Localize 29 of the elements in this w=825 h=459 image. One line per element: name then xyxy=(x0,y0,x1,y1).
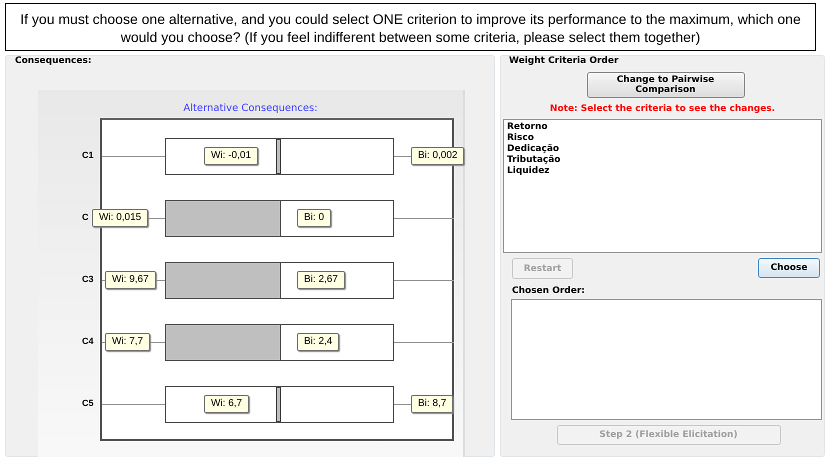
value-callout: Wi: 7,7 xyxy=(105,333,150,351)
value-callout: Bi: 8,7 xyxy=(411,395,454,413)
question-text: If you must choose one alternative, and you could select ONE criterion to improve its performance to the maximum, which one would you choose? (If you feel indifferent between some criteria, please select them together) xyxy=(19,10,802,46)
chart-title: Alternative Consequences: xyxy=(183,103,318,114)
axis-label: C1 xyxy=(82,150,94,160)
value-callout: Bi: 2,4 xyxy=(297,333,340,351)
axis-label: C4 xyxy=(82,336,94,346)
list-item[interactable]: Liquidez xyxy=(507,166,550,177)
list-item[interactable]: Dedicação xyxy=(507,144,560,155)
axis-label: C3 xyxy=(82,274,94,284)
value-callout: Bi: 2,67 xyxy=(297,271,345,289)
value-callout: Wi: 6,7 xyxy=(204,395,250,413)
pairwise-button[interactable]: Change to Pairwise Comparison xyxy=(586,72,744,98)
note-text: Note: Select the criteria to see the changes. xyxy=(550,104,776,114)
value-callout: Wi: 0,015 xyxy=(92,209,148,227)
group-title: Consequences: xyxy=(13,56,94,66)
value-callout: Bi: 0,002 xyxy=(411,147,464,165)
value-callout: Bi: 0 xyxy=(297,209,332,227)
field-label: Chosen Order: xyxy=(512,286,586,296)
list-item[interactable]: Retorno xyxy=(507,122,548,133)
axis-label: C xyxy=(82,212,88,222)
group-title: Weight Criteria Order xyxy=(507,56,620,66)
axis-label: C5 xyxy=(82,398,94,408)
list-item[interactable]: Tributação xyxy=(507,155,560,166)
chosen-order-field[interactable] xyxy=(511,299,822,420)
value-callout: Wi: 9,67 xyxy=(105,271,156,289)
value-callout: Wi: -0,01 xyxy=(204,147,258,165)
list-item[interactable]: Risco xyxy=(507,133,534,144)
choose-button[interactable]: Choose xyxy=(758,258,820,278)
